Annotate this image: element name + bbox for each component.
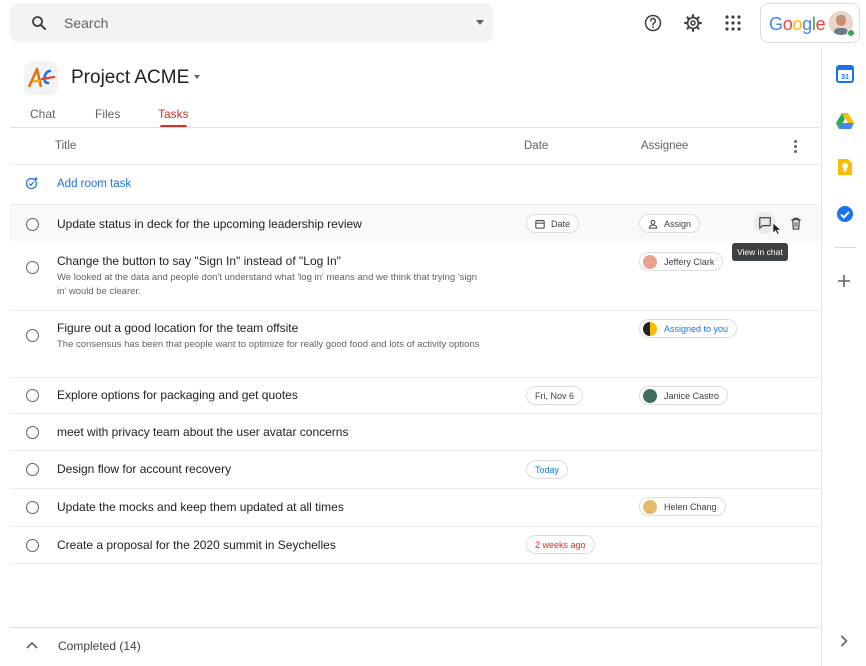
assign-chip-label: Assign: [664, 218, 692, 229]
task-title[interactable]: Design flow for account recovery: [57, 462, 231, 476]
tab-files[interactable]: Files: [95, 107, 120, 121]
task-row[interactable]: meet with privacy team about the user av…: [10, 413, 820, 450]
help-icon[interactable]: [642, 12, 664, 34]
date-chip[interactable]: 2 weeks ago: [526, 535, 595, 554]
complete-task-checkbox[interactable]: [26, 539, 39, 552]
complete-task-checkbox[interactable]: [26, 329, 39, 342]
date-chip[interactable]: Date: [526, 214, 580, 233]
complete-task-checkbox[interactable]: [26, 218, 39, 231]
tab-chat[interactable]: Chat: [30, 107, 55, 121]
side-panel-divider: [821, 48, 822, 666]
task-description: The consensus has been that people want …: [57, 339, 480, 350]
task-row[interactable]: Update status in deck for the upcoming l…: [10, 205, 820, 241]
chevron-up-icon[interactable]: [26, 641, 38, 649]
settings-icon[interactable]: [682, 12, 704, 34]
avatar: [643, 254, 657, 269]
column-header-assignee: Assignee: [641, 140, 689, 152]
calendar-icon[interactable]: 31: [836, 65, 854, 83]
keep-icon[interactable]: [836, 158, 854, 176]
assignee-name: Helen Chang: [664, 501, 717, 512]
room-menu-chevron-down-icon[interactable]: [194, 75, 200, 79]
date-chip-label: Date: [551, 218, 571, 229]
more-options-icon[interactable]: [792, 140, 798, 154]
person-icon: [648, 219, 658, 229]
tab-tasks[interactable]: Tasks: [158, 107, 189, 121]
divider: [834, 247, 856, 248]
add-room-task-button[interactable]: Add room task: [25, 176, 131, 190]
task-title[interactable]: Change the button to say "Sign In" inste…: [57, 254, 341, 268]
task-row[interactable]: Update the mocks and keep them updated a…: [10, 488, 820, 526]
assign-chip[interactable]: Assign: [639, 214, 701, 233]
task-title[interactable]: Update status in deck for the upcoming l…: [57, 217, 362, 231]
assignee-chip[interactable]: Helen Chang: [639, 497, 726, 516]
drive-icon[interactable]: [836, 112, 854, 130]
cursor-icon: [773, 223, 782, 235]
svg-text:31: 31: [841, 74, 849, 81]
divider: [10, 127, 820, 128]
search-bar[interactable]: Search: [10, 3, 493, 42]
assignee-name: Jeffery Clark: [664, 256, 715, 267]
search-options-icon[interactable]: [476, 20, 484, 25]
divider: [10, 563, 820, 564]
add-task-icon: [25, 177, 38, 190]
chevron-right-icon[interactable]: [840, 635, 848, 647]
avatar: [643, 321, 657, 336]
complete-task-checkbox[interactable]: [26, 389, 39, 402]
complete-task-checkbox[interactable]: [26, 463, 39, 476]
trash-icon: [791, 217, 801, 230]
task-row[interactable]: Explore options for packaging and get qu…: [10, 377, 820, 413]
completed-tasks-toggle[interactable]: Completed (14): [58, 639, 141, 653]
date-chip-label: Fri, Nov 6: [535, 390, 575, 401]
chat-icon: [759, 217, 771, 229]
task-row[interactable]: Create a proposal for the 2020 summit in…: [10, 526, 820, 563]
task-title[interactable]: Create a proposal for the 2020 summit in…: [57, 538, 336, 552]
task-title[interactable]: Figure out a good location for the team …: [57, 321, 298, 335]
avatar: [643, 499, 657, 514]
column-header-date: Date: [524, 140, 549, 152]
date-chip[interactable]: Fri, Nov 6: [526, 386, 584, 405]
google-logo: Google: [769, 14, 826, 34]
add-room-task-label: Add room task: [57, 178, 132, 190]
date-chip[interactable]: Today: [526, 460, 569, 479]
add-icon[interactable]: [836, 273, 852, 289]
divider: [10, 164, 820, 165]
complete-task-checkbox[interactable]: [26, 501, 39, 514]
tasks-icon[interactable]: [836, 205, 854, 223]
assignee-chip[interactable]: Janice Castro: [639, 386, 729, 405]
task-row[interactable]: Design flow for account recovery Today: [10, 450, 820, 488]
task-title[interactable]: Update the mocks and keep them updated a…: [57, 500, 344, 514]
account-switcher[interactable]: Google: [760, 3, 860, 43]
search-input[interactable]: Search: [64, 15, 108, 31]
assignee-name: Janice Castro: [664, 390, 720, 401]
task-row[interactable]: Figure out a good location for the team …: [10, 310, 820, 378]
calendar-icon: [535, 219, 545, 229]
divider: [10, 627, 820, 628]
assignee-chip[interactable]: Assigned to you: [639, 319, 738, 338]
task-title[interactable]: meet with privacy team about the user av…: [57, 425, 348, 439]
search-icon: [32, 16, 46, 30]
avatar: [643, 388, 657, 403]
room-title[interactable]: Project ACME: [71, 67, 189, 89]
complete-task-checkbox[interactable]: [26, 426, 39, 439]
task-description: We looked at the data and people don't u…: [57, 272, 478, 297]
online-status-dot: [847, 29, 855, 37]
date-chip-label: 2 weeks ago: [535, 539, 586, 550]
complete-task-checkbox[interactable]: [26, 261, 39, 274]
column-header-title: Title: [55, 140, 77, 152]
task-title[interactable]: Explore options for packaging and get qu…: [57, 388, 298, 402]
apps-grid-icon[interactable]: [722, 12, 744, 34]
delete-task-button[interactable]: [785, 212, 807, 234]
assignee-name: Assigned to you: [664, 323, 729, 334]
assignee-chip[interactable]: Jeffery Clark: [639, 252, 724, 271]
date-chip-label: Today: [535, 464, 560, 475]
task-row[interactable]: Change the button to say "Sign In" inste…: [10, 242, 820, 310]
room-logo: [24, 61, 58, 95]
